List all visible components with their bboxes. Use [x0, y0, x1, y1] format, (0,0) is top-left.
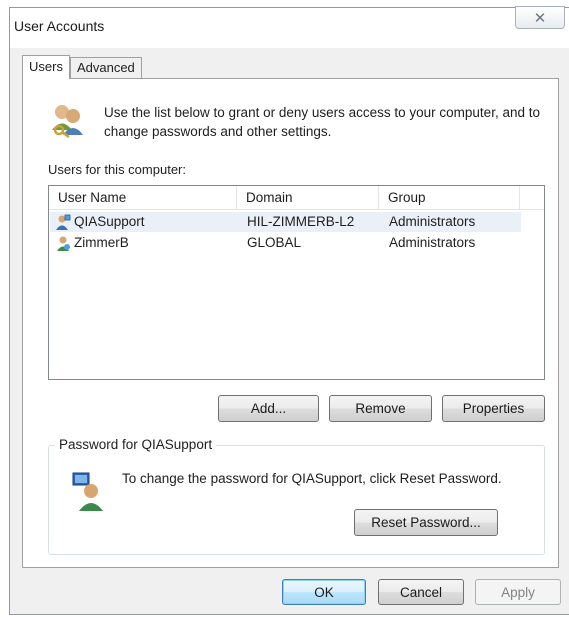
tab-users[interactable]: Users: [22, 55, 70, 79]
add-button[interactable]: Add...: [218, 395, 319, 422]
password-group-legend: Password for QIASupport: [55, 437, 217, 452]
users-icon: [52, 105, 83, 139]
users-list-label: Users for this computer:: [48, 162, 186, 177]
apply-button[interactable]: Apply: [475, 579, 561, 605]
users-tab-panel: Use the list below to grant or deny user…: [22, 78, 559, 568]
title-bar: User Accounts ✕: [10, 6, 569, 48]
column-header-group[interactable]: Group: [379, 186, 520, 210]
close-icon: ✕: [533, 9, 547, 27]
list-row[interactable]: ZimmerB GLOBAL Administrators: [50, 233, 521, 253]
domain-user-icon: [57, 236, 70, 251]
user-name-cell: ZimmerB: [74, 235, 129, 250]
tab-advanced[interactable]: Advanced: [69, 57, 142, 79]
window-title: User Accounts: [14, 18, 105, 34]
group-cell: Administrators: [389, 214, 476, 229]
tab-strip: Users Advanced: [22, 55, 142, 79]
close-button[interactable]: ✕: [515, 6, 565, 29]
user-name-cell: QIASupport: [74, 214, 145, 229]
reset-password-button[interactable]: Reset Password...: [354, 509, 498, 536]
group-cell: Administrators: [389, 235, 476, 250]
domain-cell: GLOBAL: [247, 235, 302, 250]
intro-text: Use the list below to grant or deny user…: [104, 105, 540, 139]
properties-button[interactable]: Properties: [442, 395, 545, 422]
password-help-text: To change the password for QIASupport, c…: [122, 471, 502, 486]
domain-cell: HIL-ZIMMERB-L2: [247, 214, 355, 229]
password-groupbox: Password for QIASupport To change the pa…: [48, 437, 545, 555]
column-header-domain[interactable]: Domain: [237, 186, 379, 210]
user-password-icon: [72, 472, 103, 511]
user-accounts-dialog: User Accounts ✕ Users Advanced Use the l…: [9, 6, 569, 615]
column-header-user-name[interactable]: User Name: [49, 186, 237, 210]
remove-button[interactable]: Remove: [329, 395, 432, 422]
admin-user-icon: [56, 214, 71, 230]
users-list[interactable]: User Name Domain Group QIASupport HIL-ZI…: [48, 185, 545, 380]
ok-button[interactable]: OK: [282, 579, 366, 605]
list-header: User Name Domain Group: [49, 186, 544, 210]
list-row[interactable]: QIASupport HIL-ZIMMERB-L2 Administrators: [50, 212, 521, 232]
cancel-button[interactable]: Cancel: [378, 579, 464, 605]
